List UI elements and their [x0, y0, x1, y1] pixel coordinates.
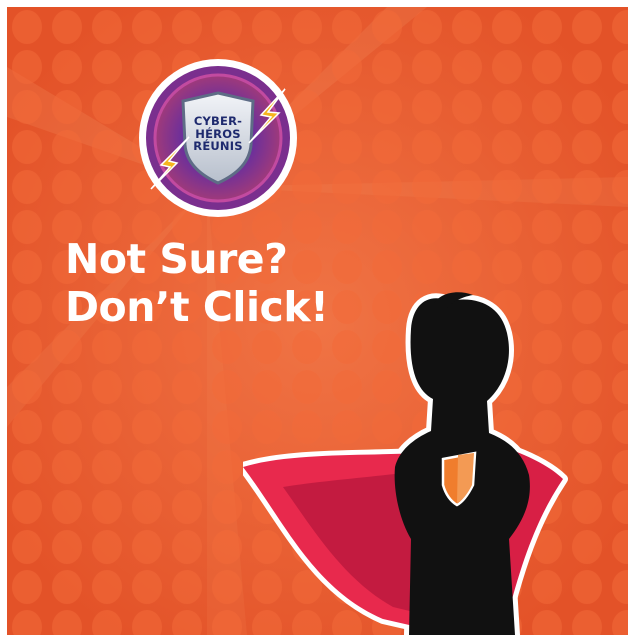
superhero-illustration	[243, 292, 568, 635]
logo-line-1: CYBER-	[193, 114, 243, 128]
logo-line-3: RÉUNIS	[193, 139, 243, 153]
superhero-silhouette	[243, 289, 603, 635]
poster: CYBER- HÉROS RÉUNIS Not Sure? Don’t Clic…	[7, 7, 628, 635]
headline-line-1: Not Sure?	[65, 235, 288, 283]
logo-text: CYBER- HÉROS RÉUNIS	[137, 115, 299, 153]
cyber-heros-logo: CYBER- HÉROS RÉUNIS	[137, 57, 299, 219]
